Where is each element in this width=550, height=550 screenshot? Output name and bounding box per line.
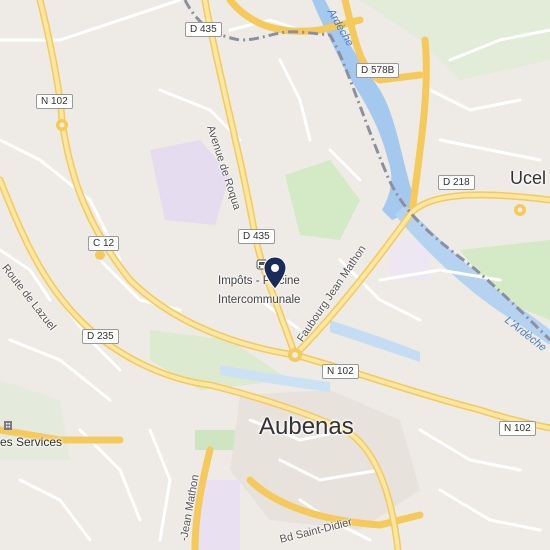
route-shield: D 235 — [82, 329, 119, 344]
route-shield: D 435 — [185, 22, 222, 37]
poi-label-line2: Intercommunale — [218, 294, 301, 306]
location-pin-icon[interactable] — [263, 256, 287, 290]
poi-label[interactable]: Impôts - Piscine Intercommunale — [218, 272, 300, 310]
map-view[interactable]: D 435 D 578B N 102 C 12 D 435 D 235 D 21… — [0, 0, 550, 550]
services-icon — [4, 421, 12, 430]
poi-label-line1: Impôts - Piscine — [218, 275, 300, 287]
route-shield: D 218 — [438, 175, 475, 190]
route-shield: N 102 — [322, 364, 359, 379]
route-shield: C 12 — [88, 236, 120, 251]
route-shield: D 578B — [356, 63, 400, 78]
place-label-ucel: Ucel — [510, 168, 547, 188]
place-label-aubenas: Aubenas — [259, 413, 354, 440]
route-shield: N 102 — [36, 94, 73, 109]
place-label-services: es Services — [0, 435, 63, 449]
route-shield: N 102 — [499, 421, 536, 436]
route-shield: D 435 — [238, 229, 275, 244]
